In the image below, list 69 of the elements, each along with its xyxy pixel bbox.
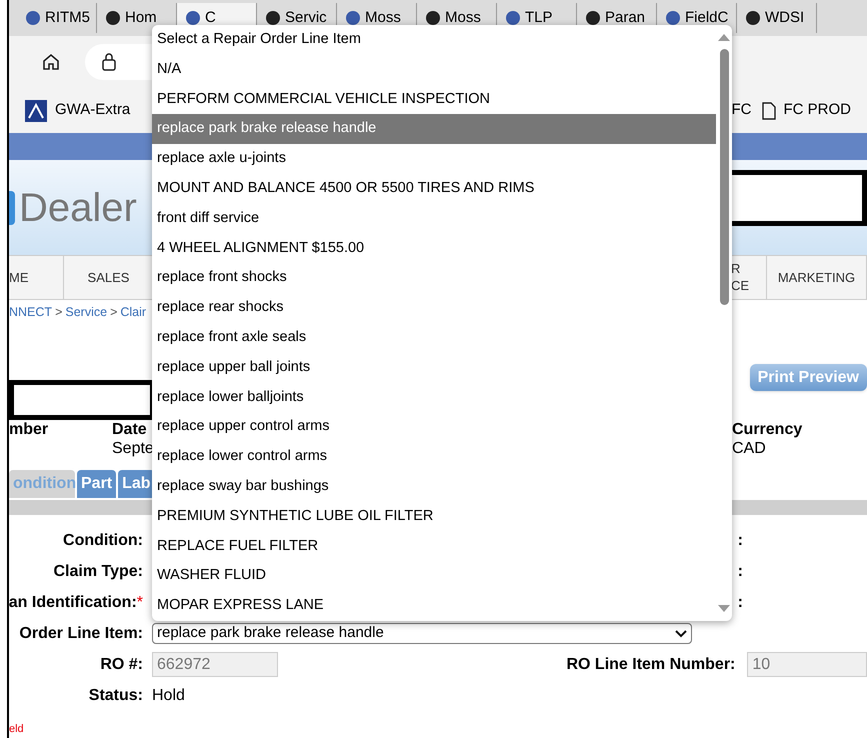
dropdown-option[interactable]: PREMIUM SYNTHETIC LUBE OIL FILTER <box>152 502 716 532</box>
scroll-down-icon[interactable] <box>718 605 730 613</box>
form-label: RO Line Item Number: <box>566 654 736 674</box>
dropdown-option[interactable]: replace front axle seals <box>152 322 716 353</box>
breadcrumb-separator: > <box>110 304 118 322</box>
lock-icon <box>101 53 117 71</box>
chevron-down-icon <box>675 630 687 638</box>
scrollbar-thumb[interactable] <box>720 49 728 305</box>
nav-item[interactable]: ME <box>9 256 64 299</box>
form-label: Order Line Item: <box>19 624 143 644</box>
dropdown-option[interactable]: PERFORM COMMERCIAL VEHICLE INSPECTION <box>152 84 716 114</box>
browser-tab[interactable]: WDSI <box>737 3 817 33</box>
form-label: Claim Type: <box>54 562 143 582</box>
breadcrumb-link[interactable]: NNECT <box>9 303 52 322</box>
status-value: Hold <box>152 686 185 706</box>
site-icon <box>25 10 41 26</box>
form-label: : <box>736 592 743 612</box>
site-icon <box>105 10 121 26</box>
site-icon <box>585 10 601 26</box>
dropdown-option[interactable]: N/A <box>152 54 716 85</box>
line-item-select[interactable]: replace park brake release handle <box>152 623 692 644</box>
breadcrumb-separator: > <box>55 304 62 322</box>
site-icon <box>345 10 361 26</box>
dropdown-option[interactable]: replace lower control arms <box>152 442 716 472</box>
form-label: : <box>736 530 743 550</box>
dropdown-option[interactable]: replace upper ball joints <box>152 352 716 383</box>
required-note: eld <box>9 722 25 737</box>
dropdown-option[interactable]: replace axle u-joints <box>152 144 716 174</box>
dropdown-option[interactable]: front diff service <box>152 204 716 234</box>
form-label: : <box>736 562 743 582</box>
bookmark[interactable]: GWA-Extra <box>25 99 130 122</box>
field-label: Date <box>112 420 147 439</box>
required-marker: * <box>136 592 143 612</box>
browser-tab[interactable]: RITM5 <box>17 3 97 33</box>
field-label: Currency <box>732 420 802 439</box>
breadcrumb-link[interactable]: Service <box>65 303 108 322</box>
site-icon <box>745 10 761 26</box>
document-icon <box>762 102 776 120</box>
dropdown-option[interactable]: REPLACE FUEL FILTER <box>152 532 716 562</box>
form-label: an Identification: <box>9 592 137 612</box>
nav-item[interactable]: MARKETING <box>767 256 867 299</box>
dropdown-option[interactable]: replace sway bar bushings <box>152 472 716 502</box>
logo-icon <box>25 100 47 122</box>
dropdown-option[interactable]: MOUNT AND BALANCE 4500 OR 5500 TIRES AND RIMS <box>152 174 716 204</box>
form-label: Status: <box>88 686 143 706</box>
dropdown-option[interactable]: replace upper control arms <box>152 412 716 442</box>
field-label: mber <box>9 420 48 439</box>
dropdown-option[interactable]: replace park brake release handle <box>152 114 716 144</box>
dropdown-option[interactable]: MOPAR EXPRESS LANE <box>152 591 716 621</box>
bookmark[interactable]: FC <box>732 99 752 122</box>
line-item-number-field[interactable]: 10 <box>747 652 867 677</box>
site-icon <box>185 10 201 26</box>
dropdown-option[interactable]: replace lower balljoints <box>152 382 716 412</box>
dropdown-option[interactable]: WASHER FLUID <box>152 561 716 592</box>
bookmark[interactable]: FC PROD <box>762 99 851 122</box>
breadcrumb-link[interactable]: Clair <box>120 303 146 322</box>
field-value: Septe <box>112 439 154 458</box>
site-icon <box>265 10 281 26</box>
logo-mark <box>9 190 15 224</box>
home-icon[interactable] <box>41 52 61 72</box>
site-icon <box>505 10 521 26</box>
form-label: RO #: <box>100 654 143 674</box>
field-value: CAD <box>732 439 766 458</box>
logo-text: Dealer <box>19 184 137 232</box>
site-icon <box>665 10 681 26</box>
form-label: Condition: <box>63 530 143 550</box>
scroll-up-icon[interactable] <box>718 33 730 41</box>
ro-number-field[interactable]: 662972 <box>152 652 278 677</box>
site-icon <box>425 10 441 26</box>
